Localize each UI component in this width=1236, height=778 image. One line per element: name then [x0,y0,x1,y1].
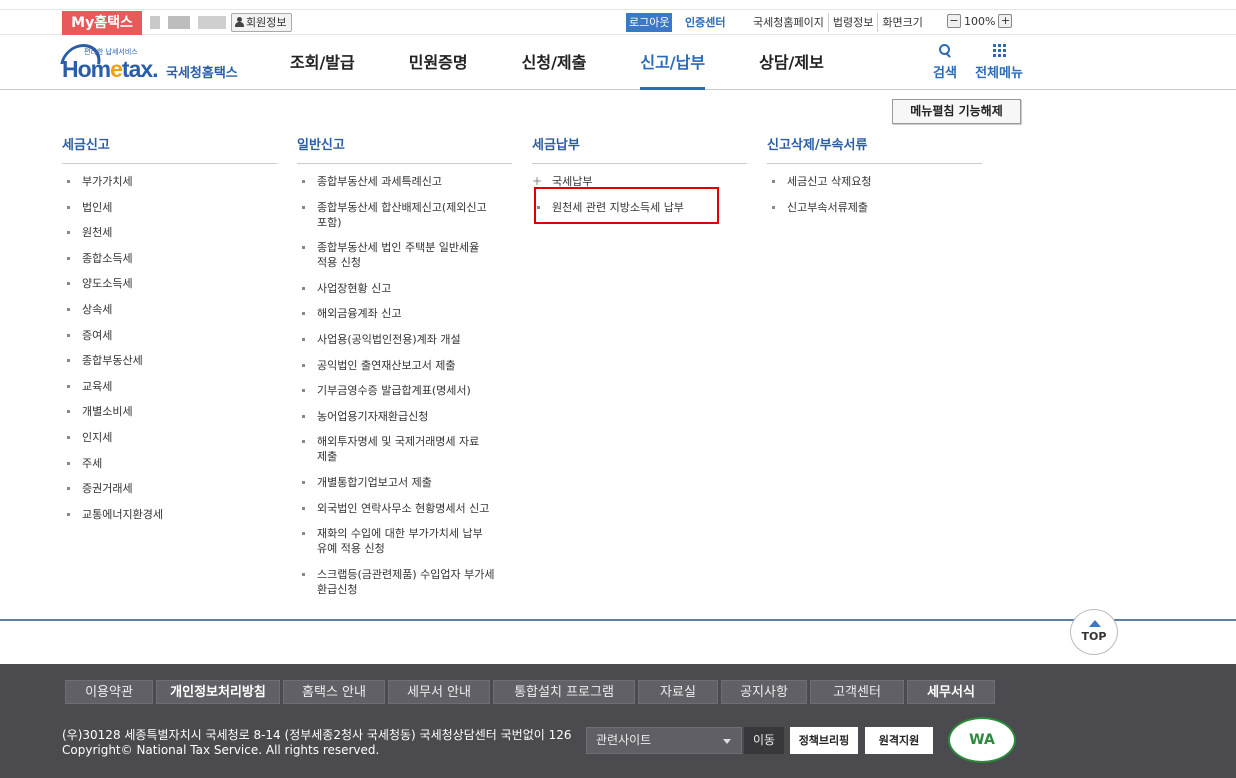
global-nav: 조회/발급 민원증명 신청/제출 신고/납부 상담/제보 [290,36,878,90]
menu-item[interactable]: 종합소득세 [62,251,277,266]
menu-item[interactable]: 주세 [62,456,277,471]
search-label: 검색 [933,66,957,81]
gnb-consult[interactable]: 상담/제보 [759,36,824,90]
column-title: 신고삭제/부속서류 [767,134,982,164]
logo-wordmark: Hometax. [62,56,159,82]
menu-item[interactable]: 증권거래세 [62,481,277,496]
menu-item[interactable]: 양도소득세 [62,276,277,291]
menu-item[interactable]: 부가가치세 [62,174,277,189]
menu-item[interactable]: 공익법인 출연재산보고서 제출 [297,358,512,373]
member-info-label: 회원정보 [246,16,287,29]
menu-item[interactable]: 종합부동산세 합산배제신고(제외신고 포함) [297,200,512,230]
web-accessibility-mark: WA [948,717,1016,763]
menu-item[interactable]: 종합부동산세 [62,353,277,368]
footer-customer-center-link[interactable]: 고객센터 [810,680,904,704]
top-links: 국세청홈페이지 법령정보 화면크기 [753,13,927,32]
nts-homepage-link[interactable]: 국세청홈페이지 [753,13,828,32]
menu-expand-toggle-button[interactable]: 메뉴펼침 기능해제 [892,99,1021,124]
footer-address: (우)30128 세종특별자치시 국세청로 8-14 (정부세종2청사 국세청동… [62,728,572,757]
masked-username [150,16,226,29]
menu-item[interactable]: 세금신고 삭제요청 [767,174,982,189]
cert-center-link[interactable]: 인증센터 [685,13,725,32]
person-icon [235,17,244,27]
menu-item[interactable]: 재화의 수입에 대한 부가가치세 납부 유예 적용 신청 [297,526,512,556]
menu-item[interactable]: 개별소비세 [62,404,277,419]
content-divider [0,619,1236,621]
menu-item[interactable]: 해외투자명세 및 국제거래명세 자료 제출 [297,434,512,464]
menu-item[interactable]: 개별통합기업보고서 제출 [297,475,512,490]
search-icon [938,44,952,57]
gnb-apply[interactable]: 신청/제출 [522,36,587,90]
menu-item[interactable]: 해외금융계좌 신고 [297,306,512,321]
hometax-logo[interactable]: 편리한 납세서비스 Hometax. 국세청홈택스 [60,42,252,87]
scroll-top-button[interactable]: TOP [1070,609,1118,655]
remote-support-link[interactable]: 원격지원 [865,727,933,754]
footer-privacy-link[interactable]: 개인정보처리방침 [156,680,280,704]
footer-office-guide-link[interactable]: 세무서 안내 [388,680,490,704]
menu-item[interactable]: 스크랩등(금관련제품) 수입업자 부가세 환급신청 [297,567,512,597]
column-tax-report: 세금신고 부가가치세법인세원천세종합소득세양도소득세상속세증여세종합부동산세교육… [62,134,277,532]
menu-item[interactable]: 증여세 [62,328,277,343]
menu-item[interactable]: 법인세 [62,200,277,215]
footer-install-link[interactable]: 통합설치 프로그램 [493,680,635,704]
law-info-link[interactable]: 법령정보 [827,13,877,32]
column-title: 세금신고 [62,134,277,164]
menu-item[interactable]: 교육세 [62,379,277,394]
top-utility-bar: My홈택스 회원정보 로그아웃 인증센터 국세청홈페이지 법령정보 화면크기 −… [0,9,1236,35]
related-sites-select[interactable]: 관련사이트 [586,727,742,754]
search-button[interactable]: 검색 [930,44,960,81]
gnb-civil[interactable]: 민원증명 [409,36,468,90]
all-menu-button[interactable]: 전체메뉴 [972,44,1026,81]
highlight-box [534,187,719,224]
column-general-report: 일반신고 종합부동산세 과세특례신고종합부동산세 합산배제신고(제외신고 포함)… [297,134,512,607]
go-button[interactable]: 이동 [744,727,784,754]
footer: 이용약관 개인정보처리방침 홈택스 안내 세무서 안내 통합설치 프로그램 자료… [0,664,1236,778]
grid-icon [992,44,1006,57]
menu-item[interactable]: 기부금영수증 발급합계표(명세서) [297,383,512,398]
menu-item[interactable]: 교통에너지환경세 [62,507,277,522]
gnb-report-pay[interactable]: 신고/납부 [640,36,705,90]
menu-item[interactable]: 신고부속서류제출 [767,200,982,215]
footer-tax-forms-link[interactable]: 세무서식 [907,680,995,704]
logout-button[interactable]: 로그아웃 [626,13,673,32]
menu-item[interactable]: 상속세 [62,302,277,317]
member-info-button[interactable]: 회원정보 [231,13,293,32]
menu-item[interactable]: 사업용(공익법인전용)계좌 개설 [297,332,512,347]
menu-item[interactable]: 외국법인 연락사무소 현황명세서 신고 [297,501,512,516]
gnb-lookup[interactable]: 조회/발급 [290,36,355,90]
zoom-in-button[interactable]: + [998,14,1013,28]
zoom-control: − 100% + [947,14,1013,28]
main-header: 편리한 납세서비스 Hometax. 국세청홈택스 조회/발급 민원증명 신청/… [0,36,1236,90]
footer-nav: 이용약관 개인정보처리방침 홈택스 안내 세무서 안내 통합설치 프로그램 자료… [65,680,995,704]
menu-item[interactable]: 원천세 [62,225,277,240]
column-title: 일반신고 [297,134,512,164]
logo-subtitle: 국세청홈택스 [166,66,238,81]
menu-item[interactable]: 인지세 [62,430,277,445]
column-title: 세금납부 [532,134,747,164]
zoom-value: 100% [964,14,996,28]
footer-terms-link[interactable]: 이용약관 [65,680,153,704]
policy-briefing-link[interactable]: 정책브리핑 [790,727,858,754]
screen-size-label: 화면크기 [877,13,926,32]
footer-library-link[interactable]: 자료실 [638,680,718,704]
zoom-out-button[interactable]: − [947,14,961,28]
my-hometax-button[interactable]: My홈택스 [62,11,142,35]
menu-item[interactable]: 종합부동산세 과세특례신고 [297,174,512,189]
footer-notice-link[interactable]: 공지사항 [721,680,807,704]
menu-item[interactable]: 사업장현황 신고 [297,281,512,296]
menu-item[interactable]: 농어업용기자재환급신청 [297,409,512,424]
all-menu-label: 전체메뉴 [975,66,1023,81]
column-report-delete: 신고삭제/부속서류 세금신고 삭제요청신고부속서류제출 [767,134,982,225]
footer-hometax-guide-link[interactable]: 홈택스 안내 [283,680,385,704]
menu-item[interactable]: 종합부동산세 법인 주택분 일반세율 적용 신청 [297,240,512,270]
